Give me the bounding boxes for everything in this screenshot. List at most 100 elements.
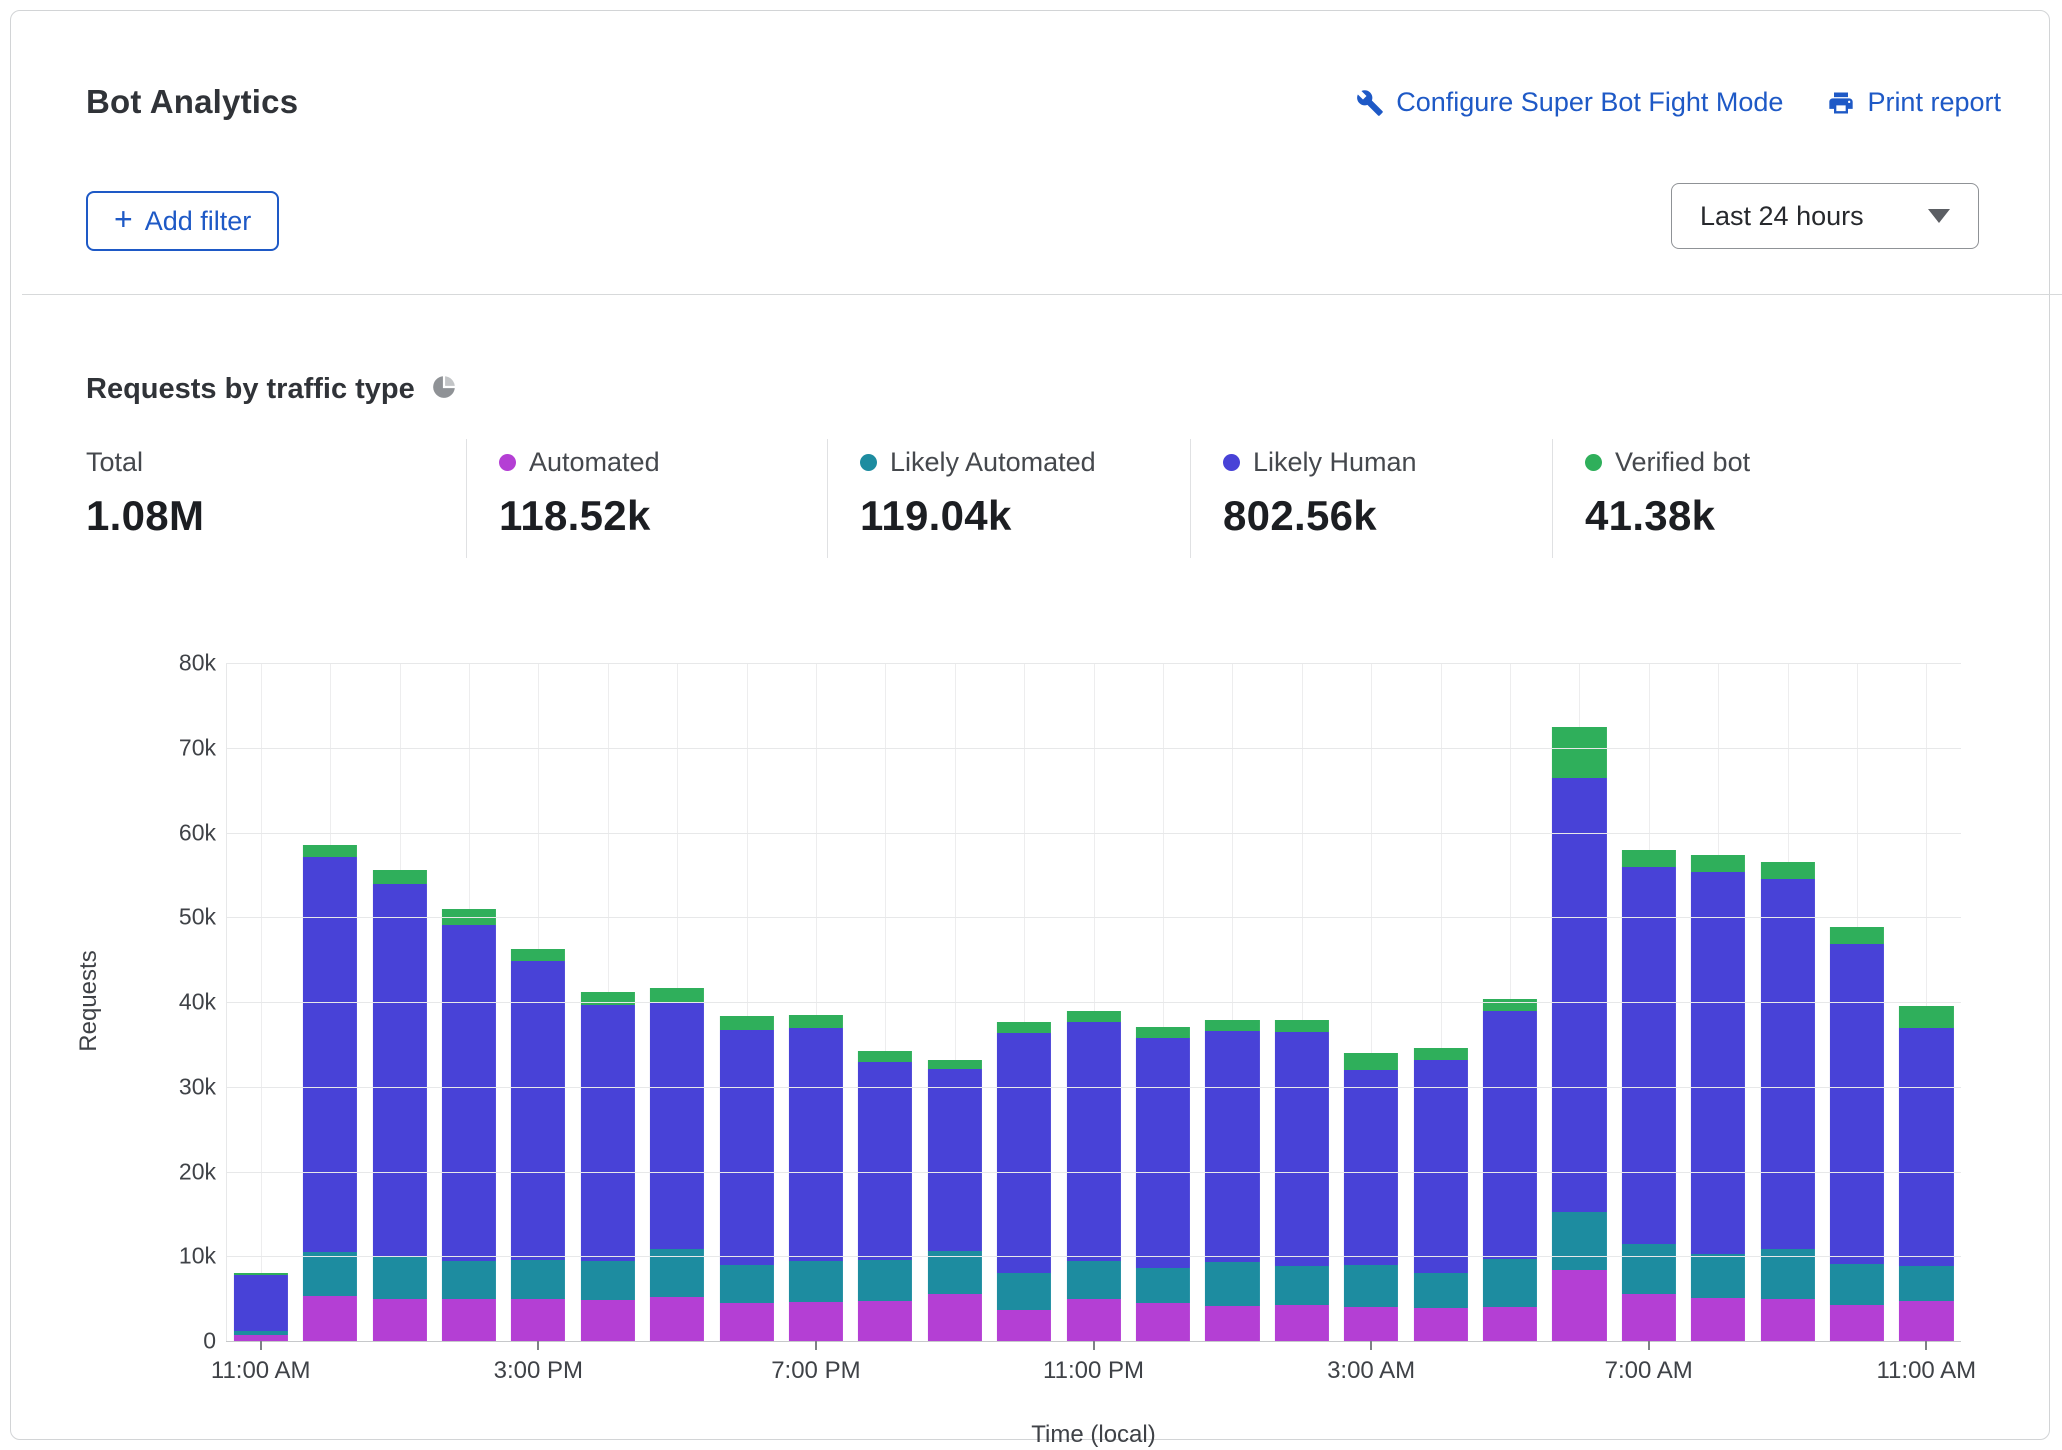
x-tick-mark (1370, 1341, 1372, 1350)
y-tick-label: 10k (179, 1243, 216, 1270)
segment-automated (1344, 1307, 1398, 1341)
segment-automated (1414, 1308, 1468, 1341)
stacked-bar[interactable] (997, 1022, 1051, 1341)
segment-likely-human (1691, 872, 1745, 1253)
stacked-bar[interactable] (1067, 1011, 1121, 1341)
segment-automated (1691, 1298, 1745, 1341)
segment-verified-bot (1205, 1020, 1259, 1031)
stacked-bar[interactable] (234, 1273, 288, 1341)
x-tick-mark (1925, 1341, 1927, 1350)
gridline-h (226, 1256, 1961, 1257)
segment-likely-human (1899, 1028, 1953, 1265)
gridline-h (226, 1002, 1961, 1003)
segment-likely-human (1344, 1070, 1398, 1265)
segment-likely-human (1275, 1032, 1329, 1267)
stacked-bar[interactable] (1483, 999, 1537, 1341)
stacked-bar[interactable] (581, 992, 635, 1341)
segment-likely-human (511, 961, 565, 1259)
stacked-bar[interactable] (1761, 862, 1815, 1341)
segment-automated (928, 1294, 982, 1341)
stacked-bar[interactable] (303, 845, 357, 1341)
y-axis-labels: 010k20k30k40k50k60k70k80k (11, 663, 216, 1341)
stacked-bar[interactable] (928, 1060, 982, 1341)
x-tick-label: 7:00 PM (771, 1357, 860, 1385)
segment-likely-automated (1622, 1244, 1676, 1293)
y-tick-label: 70k (179, 734, 216, 761)
segment-likely-automated (511, 1260, 565, 1299)
x-tick-mark (260, 1341, 262, 1350)
segment-likely-human (719, 1030, 773, 1265)
segment-likely-automated (1275, 1266, 1329, 1305)
stacked-bar[interactable] (1136, 1027, 1190, 1341)
segment-verified-bot (581, 992, 635, 1006)
stacked-bar[interactable] (719, 1016, 773, 1341)
x-axis-title: Time (local) (1031, 1421, 1155, 1449)
x-tick-label: 7:00 AM (1605, 1357, 1693, 1385)
segment-likely-human (1552, 778, 1606, 1212)
stacked-bar[interactable] (1899, 1006, 1953, 1341)
stacked-bar[interactable] (511, 949, 565, 1341)
segment-likely-human (1830, 944, 1884, 1264)
segment-likely-human (928, 1069, 982, 1251)
segment-likely-automated (858, 1260, 912, 1302)
x-tick-label: 11:00 AM (1876, 1357, 1976, 1385)
segment-automated (1552, 1270, 1606, 1341)
segment-likely-automated (997, 1273, 1051, 1309)
gridline-h (226, 663, 1961, 664)
segment-likely-human (997, 1033, 1051, 1274)
segment-automated (442, 1299, 496, 1341)
stacked-bar[interactable] (1691, 855, 1745, 1341)
requests-chart: 010k20k30k40k50k60k70k80k Requests Time … (11, 11, 2049, 1439)
segment-likely-human (234, 1275, 288, 1331)
segment-verified-bot (1136, 1027, 1190, 1038)
y-tick-label: 30k (179, 1073, 216, 1100)
stacked-bar[interactable] (789, 1015, 843, 1341)
segment-likely-human (1483, 1011, 1537, 1258)
segment-verified-bot (1622, 850, 1676, 867)
stacked-bar[interactable] (442, 909, 496, 1341)
y-tick-label: 50k (179, 904, 216, 931)
stacked-bar[interactable] (1552, 727, 1606, 1341)
segment-verified-bot (1275, 1020, 1329, 1032)
segment-verified-bot (1691, 855, 1745, 873)
segment-verified-bot (858, 1051, 912, 1062)
stacked-bar[interactable] (858, 1051, 912, 1341)
segment-verified-bot (997, 1022, 1051, 1032)
y-tick-label: 80k (179, 650, 216, 677)
stacked-bar[interactable] (372, 870, 426, 1341)
stacked-bar[interactable] (1205, 1020, 1259, 1341)
segment-automated (1622, 1294, 1676, 1341)
stacked-bar[interactable] (1830, 927, 1884, 1341)
segment-likely-human (1761, 879, 1815, 1249)
segment-automated (511, 1299, 565, 1341)
x-tick-mark (537, 1341, 539, 1350)
y-tick-label: 20k (179, 1158, 216, 1185)
stacked-bar[interactable] (650, 988, 704, 1341)
segment-likely-human (789, 1028, 843, 1260)
segment-likely-automated (1344, 1265, 1398, 1307)
stacked-bar[interactable] (1622, 850, 1676, 1341)
segment-likely-automated (581, 1261, 635, 1301)
segment-likely-human (442, 925, 496, 1261)
segment-automated (1136, 1303, 1190, 1341)
y-tick-label: 40k (179, 989, 216, 1016)
segment-automated (581, 1300, 635, 1341)
segment-automated (1761, 1299, 1815, 1341)
x-tick-mark (1648, 1341, 1650, 1350)
bot-analytics-page: Bot Analytics Configure Super Bot Fight … (0, 0, 2062, 1450)
stacked-bar[interactable] (1275, 1020, 1329, 1341)
stacked-bar[interactable] (1414, 1048, 1468, 1341)
segment-likely-automated (719, 1265, 773, 1303)
segment-automated (858, 1301, 912, 1341)
segment-verified-bot (789, 1015, 843, 1029)
segment-likely-automated (1067, 1261, 1121, 1298)
segment-verified-bot (719, 1016, 773, 1030)
stacked-bar[interactable] (1344, 1053, 1398, 1341)
segment-likely-human (1136, 1038, 1190, 1268)
segment-likely-human (1067, 1022, 1121, 1262)
segment-verified-bot (1414, 1048, 1468, 1060)
segment-automated (1830, 1305, 1884, 1341)
x-tick-label: 3:00 AM (1327, 1357, 1415, 1385)
x-tick-mark (815, 1341, 817, 1350)
segment-likely-automated (1483, 1259, 1537, 1307)
